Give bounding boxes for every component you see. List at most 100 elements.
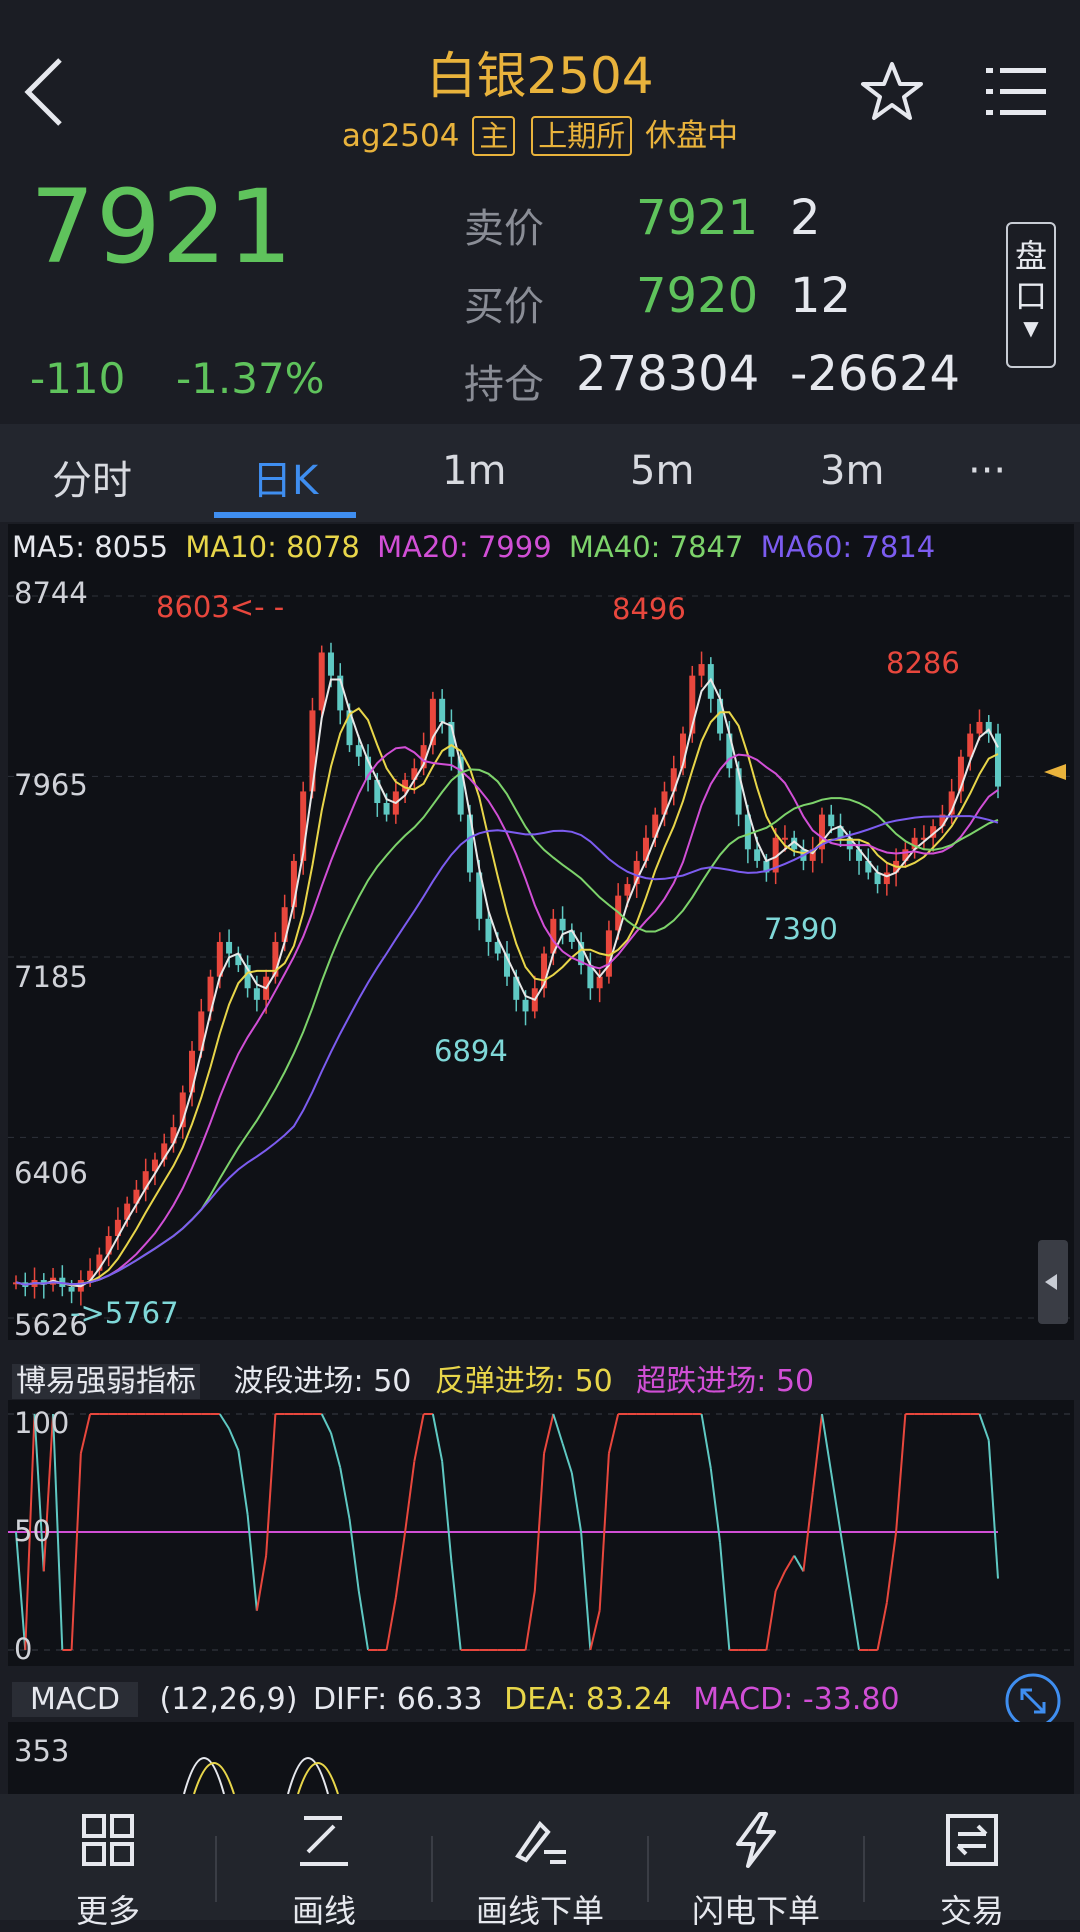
indicator-segment	[543, 1413, 555, 1454]
indicator-segment	[774, 1570, 786, 1592]
draw-order-label: 画线下单	[475, 1892, 604, 1930]
macd-chart	[183, 1757, 339, 1794]
market-status: 休盘中	[645, 118, 739, 154]
candle-body	[754, 849, 761, 861]
more-button[interactable]: 更多	[0, 1794, 216, 1930]
lightning-order-label: 闪电下单	[691, 1892, 820, 1930]
indicator-segment	[765, 1590, 777, 1651]
ma40-value: MA40: 7847	[568, 530, 744, 564]
indicator-name[interactable]: 博易强弱指标	[12, 1364, 200, 1399]
candle-body	[327, 652, 334, 676]
indicator-segment	[552, 1413, 564, 1444]
indicator-segment	[237, 1450, 249, 1515]
indicator-segment	[441, 1461, 453, 1562]
collapse-panel-button[interactable]	[1038, 1240, 1068, 1324]
indicator-segment	[524, 1590, 536, 1651]
draw-line-icon	[300, 1816, 348, 1866]
candle-body	[828, 814, 835, 827]
candle-body	[383, 803, 390, 815]
ma60-value: MA60: 7814	[760, 530, 936, 564]
indicator-segment	[848, 1590, 861, 1651]
indicator-segment	[811, 1413, 823, 1493]
ma20-line	[15, 746, 999, 1286]
y-tick-label: 8744	[14, 576, 88, 610]
indicator-tick: 0	[14, 1632, 33, 1666]
indicator-segment	[700, 1413, 712, 1469]
favorite-star-icon[interactable]	[860, 60, 924, 124]
wave-entry: 波段进场: 50	[233, 1364, 412, 1399]
strength-indicator-header: 博易强弱指标 波段进场: 50 反弹进场: 50 超跌进场: 50	[12, 1356, 814, 1400]
indicator-segment	[218, 1413, 230, 1430]
tab-more[interactable]: ···	[968, 448, 1006, 494]
main-contract-tag: 主	[472, 116, 516, 156]
ask-price: 7921	[636, 190, 759, 246]
last-price-marker	[1044, 764, 1066, 780]
tab-daily-k[interactable]: 日K	[252, 448, 318, 506]
indicator-segment	[784, 1555, 796, 1572]
lightning-icon	[736, 1812, 776, 1868]
macd-value: MACD: -33.80	[693, 1682, 900, 1717]
oversold-entry: 超跌进场: 50	[636, 1364, 815, 1399]
indicator-segment	[830, 1472, 842, 1533]
open-interest-change: -26624	[790, 346, 961, 402]
lightning-order-button[interactable]: 闪电下单	[648, 1794, 864, 1930]
indicator-segment	[431, 1413, 444, 1462]
grid-icon	[82, 1814, 134, 1866]
indicator-segment	[450, 1561, 462, 1651]
indicator-segment	[404, 1461, 416, 1533]
candle-body	[355, 745, 362, 757]
indicator-segment	[394, 1531, 407, 1598]
indicator-segment	[561, 1443, 573, 1474]
high-annotation: 8286	[886, 646, 960, 680]
draw-line-button[interactable]: 画线	[216, 1794, 432, 1930]
macd-diff: DIFF: 66.33	[312, 1682, 483, 1717]
price-change-percent: -1.37%	[176, 354, 325, 403]
candle-body	[318, 652, 325, 711]
indicator-segment	[570, 1472, 583, 1533]
bid-volume: 12	[790, 268, 852, 324]
indicator-segment	[385, 1597, 397, 1651]
draw-line-label: 画线	[291, 1892, 356, 1930]
chevron-left-icon	[1045, 1274, 1057, 1290]
macd-selector[interactable]: MACD	[12, 1682, 138, 1717]
indicator-segment	[320, 1413, 332, 1434]
menu-icon[interactable]	[986, 64, 1046, 120]
strength-indicator-chart	[8, 1413, 1074, 1651]
open-interest: 278304	[576, 346, 760, 402]
tab-5m[interactable]: 5m	[630, 448, 694, 494]
bid-label: 买价	[464, 284, 544, 330]
kline-chart[interactable]	[8, 576, 1074, 1336]
trade-label: 交易	[939, 1892, 1004, 1930]
candle-body	[68, 1286, 75, 1292]
indicator-segment	[895, 1413, 907, 1533]
tab-3m[interactable]: 3m	[820, 448, 884, 494]
indicator-segment	[533, 1453, 546, 1592]
rebound-entry: 反弹进场: 50	[434, 1364, 613, 1399]
ma10-value: MA10: 8078	[185, 530, 360, 564]
tab-timeshare[interactable]: 分时	[52, 448, 132, 506]
indicator-segment	[255, 1555, 268, 1611]
high-annotation: 8496	[612, 592, 686, 626]
ma5-value: MA5: 8055	[12, 530, 169, 564]
indicator-tick: 100	[14, 1406, 70, 1440]
exchange-tag: 上期所	[531, 116, 633, 156]
open-interest-label: 持仓	[464, 362, 544, 408]
trade-button[interactable]: 交易	[864, 1794, 1080, 1930]
ma20-value: MA20: 7999	[377, 530, 552, 564]
order-book-button[interactable]: 盘口 ▼	[1006, 222, 1056, 368]
instrument-code: ag2504	[341, 118, 460, 154]
high-annotation: 8603<- -	[156, 590, 285, 624]
tab-1m[interactable]: 1m	[442, 448, 506, 494]
indicator-segment	[793, 1555, 805, 1572]
bid-price: 7920	[636, 268, 759, 324]
indicator-segment	[348, 1518, 360, 1592]
indicator-segment	[885, 1531, 898, 1603]
header-bar: 白银2504 ag2504 主 上期所 休盘中	[0, 0, 1080, 168]
indicator-segment	[357, 1590, 370, 1651]
indicator-segment	[876, 1602, 888, 1651]
candle-body	[253, 988, 260, 1000]
draw-order-button[interactable]: 画线下单	[432, 1794, 648, 1930]
candle-body	[596, 976, 603, 989]
active-tab-indicator	[214, 512, 356, 518]
trade-icon	[946, 1814, 998, 1866]
